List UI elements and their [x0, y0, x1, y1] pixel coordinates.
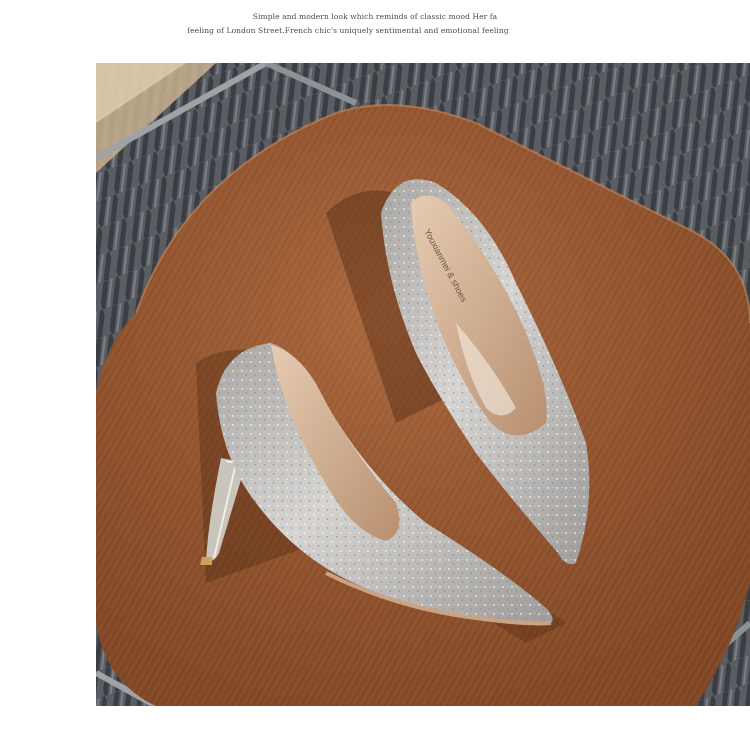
- caption-line-1: Simple and modern look which reminds of …: [252, 12, 498, 21]
- caption-line-2: feeling of London Street.French chic's u…: [187, 26, 509, 35]
- product-photo: Youxianmei & shoes: [96, 63, 750, 706]
